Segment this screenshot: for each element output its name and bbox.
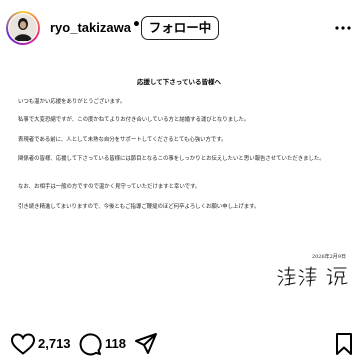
document-paragraph: なお、お相手は一般の方ですので温かく見守っていただけますと幸いです。 bbox=[18, 184, 201, 190]
post-header: ryo_takizawa • フォロー中 bbox=[0, 0, 358, 56]
document-title: 応援して下さっている皆様へ bbox=[137, 78, 221, 86]
avatar-person-icon bbox=[14, 18, 32, 41]
share-icon[interactable] bbox=[134, 332, 158, 356]
more-dots-icon[interactable] bbox=[334, 20, 352, 36]
comment-icon[interactable] bbox=[78, 332, 102, 356]
avatar-image bbox=[8, 13, 38, 43]
document-paragraph: いつも温かい応援をありがとうございます。 bbox=[18, 99, 126, 105]
document-paragraph: 表現者である前に、人として未熟な自分をサポートしてくださるとても心強い方です。 bbox=[18, 137, 227, 143]
handwritten-signature bbox=[277, 266, 348, 287]
document-paragraph: 関係者の皆様、応援して下さっている皆様には節目となるこの事をしっかりとお伝えした… bbox=[18, 156, 325, 162]
avatar[interactable] bbox=[6, 11, 40, 45]
comment-count[interactable]: 118 bbox=[105, 336, 126, 351]
following-button[interactable]: フォロー中 bbox=[141, 16, 219, 40]
document-date: 2026年2月9日 bbox=[311, 254, 346, 260]
username[interactable]: ryo_takizawa bbox=[50, 20, 131, 35]
like-count[interactable]: 2,713 bbox=[38, 336, 71, 351]
action-bar: 2,713 118 bbox=[0, 332, 358, 358]
heart-icon[interactable] bbox=[10, 332, 36, 356]
document-paragraph: 引き続き精進してまいりますので、今後ともご指導ご鞭撻のほど何卒よろしくお願い申し… bbox=[18, 204, 260, 210]
bookmark-icon[interactable] bbox=[334, 332, 354, 356]
document-paragraph: 私事で大変恐縮ですが、この度かねてよりお付き合いしている方と結婚する運びとなりま… bbox=[18, 117, 250, 123]
separator-dot: • bbox=[132, 17, 141, 33]
post-image[interactable]: 応援して下さっている皆様へ いつも温かい応援をありがとうございます。 私事で大変… bbox=[0, 56, 358, 304]
